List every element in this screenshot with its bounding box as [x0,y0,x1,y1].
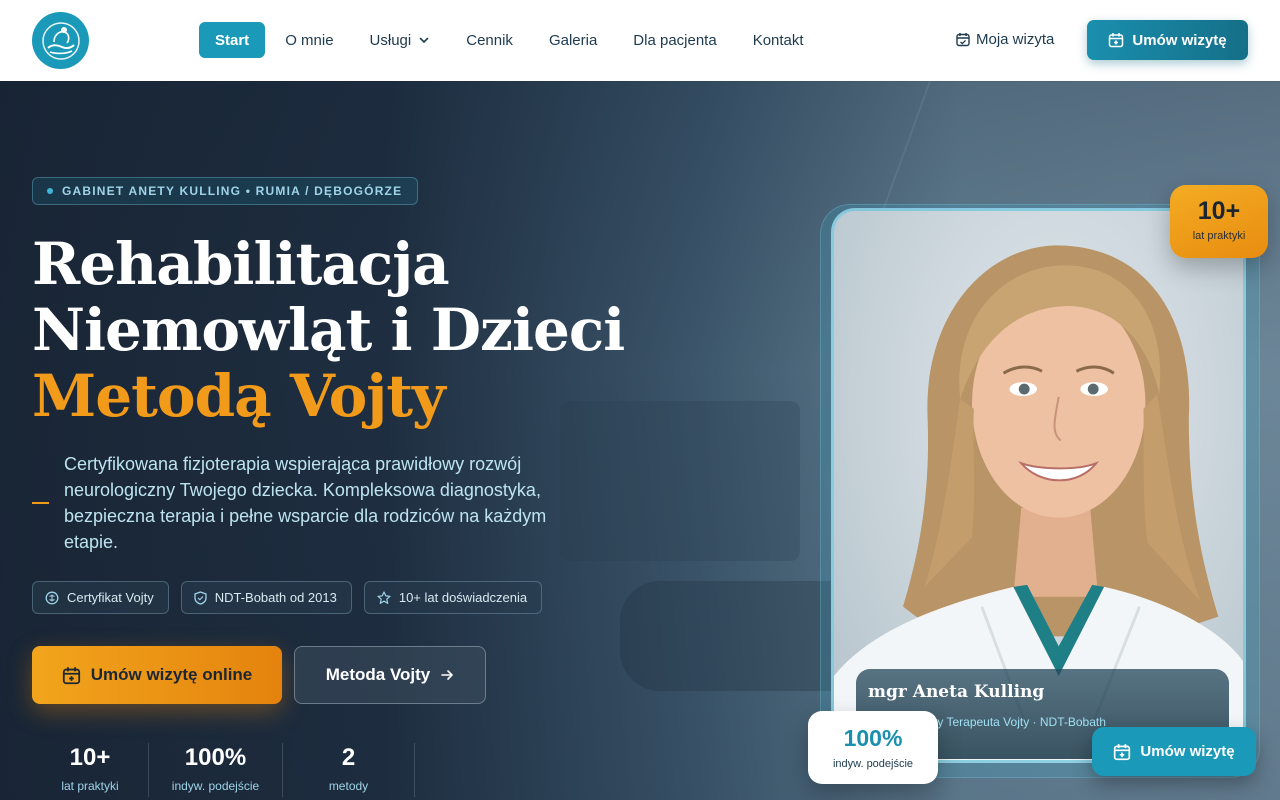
stat-methods: 2 metody [283,743,415,797]
my-visit-link[interactable]: Moja wizyta [956,31,1054,48]
nav-item-o-mnie[interactable]: O mnie [267,22,351,58]
hero-title-line2: Niemowląt i Dzieci [32,296,625,364]
calendar-plus-icon [1114,743,1131,760]
hero-title: Rehabilitacja Niemowląt i Dzieci Metodą … [32,230,625,430]
chip-experience: 10+ lat doświadczenia [363,581,543,614]
approach-badge: 100% indyw. podejście [808,711,938,784]
badge-dot [47,188,53,194]
my-visit-label: Moja wizyta [976,31,1055,48]
nav-item-galeria[interactable]: Galeria [531,22,615,58]
therapist-portrait-card: mgr Aneta Kulling Certyfikowany Terapeut… [831,208,1246,763]
lead-accent-bar [32,502,49,504]
book-online-label: Umów wizytę online [90,665,253,684]
book-visit-button[interactable]: Umów wizytę [1087,20,1248,60]
clinic-badge-text: GABINET ANETY KULLING • RUMIA / DĘBOGÓRZ… [62,184,403,198]
vojta-method-button[interactable]: Metoda Vojty [294,646,486,704]
chip-certyfikat: Certyfikat Vojty [32,581,169,614]
nav-item-dla-pacjenta[interactable]: Dla pacjenta [615,22,734,58]
stat-years: 10+ lat praktyki [32,743,149,797]
hero-title-accent: Metodą Vojty [32,362,446,430]
floating-book-button[interactable]: Umów wizytę [1092,727,1256,776]
mother-child-hands-logo-icon [41,21,80,60]
vojta-method-label: Metoda Vojty [325,665,431,684]
therapist-name: mgr Aneta Kulling [868,682,1045,702]
book-visit-label: Umów wizytę [1132,31,1227,49]
hero-section: GABINET ANETY KULLING • RUMIA / DĘBOGÓRZ… [0,81,1280,800]
book-online-button[interactable]: Umów wizytę online [32,646,282,704]
chevron-down-icon [418,34,430,46]
hero-title-line1: Rehabilitacja [32,230,450,298]
stat-approach: 100% indyw. podejście [149,743,283,797]
site-header: Start O mnie Usługi Cennik Galeria Dla p… [0,0,1280,81]
calendar-check-icon [956,33,970,47]
arrow-right-icon [441,670,454,680]
calendar-plus-icon [1109,33,1124,48]
main-nav: Start O mnie Usługi Cennik Galeria Dla p… [199,22,822,58]
nav-item-kontakt[interactable]: Kontakt [735,22,822,58]
chip-ndt-bobath: NDT-Bobath od 2013 [180,581,352,614]
nav-item-uslugi[interactable]: Usługi [352,22,449,58]
star-icon [377,590,391,604]
certificate-icon [45,591,59,604]
hero-lead: Certyfikowana fizjoterapia wspierająca p… [64,454,547,552]
floating-book-label: Umów wizytę [1140,743,1235,760]
clinic-badge: GABINET ANETY KULLING • RUMIA / DĘBOGÓRZ… [32,177,419,205]
nav-item-start[interactable]: Start [199,22,266,58]
nav-item-cennik[interactable]: Cennik [448,22,531,58]
shield-icon [194,590,207,605]
credential-chips: Certyfikat Vojty NDT-Bobath od 2013 10+ … [32,581,554,614]
calendar-plus-icon [62,666,80,684]
experience-badge: 10+ lat praktyki [1170,185,1268,258]
logo[interactable] [32,12,89,69]
hero-stats: 10+ lat praktyki 100% indyw. podejście 2… [32,743,415,797]
